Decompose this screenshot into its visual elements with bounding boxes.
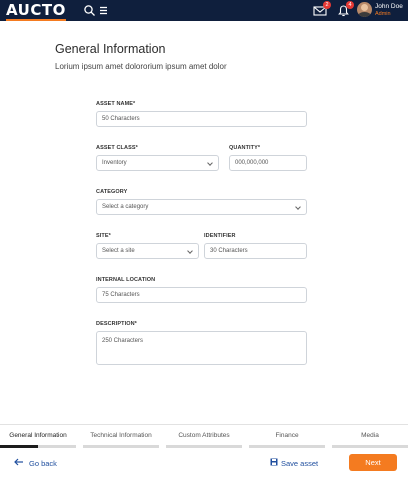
chevron-down-icon — [295, 204, 301, 210]
tab-finance[interactable]: Finance — [249, 425, 325, 449]
category-select[interactable]: Select a category — [96, 199, 307, 215]
internal-location-input[interactable]: 75 Characters — [96, 287, 307, 303]
description-label: DESCRIPTION* — [96, 321, 137, 327]
asset-class-label: ASSET CLASS* — [96, 145, 138, 151]
go-back-button[interactable]: Go back — [14, 458, 57, 468]
site-select[interactable]: Select a site — [96, 243, 199, 259]
asset-name-input[interactable]: 50 Characters — [96, 111, 307, 127]
chevron-down-icon — [207, 160, 213, 166]
avatar-face — [361, 4, 368, 11]
menu-icon[interactable] — [98, 4, 111, 17]
site-value: Select a site — [102, 248, 135, 254]
tab-label: General Information — [9, 432, 67, 439]
asset-class-value: Inventory — [102, 160, 127, 166]
logo-text: AUCTO — [6, 1, 66, 19]
mail-icon[interactable]: 2 — [313, 1, 331, 17]
mail-badge: 2 — [323, 1, 331, 9]
go-back-label: Go back — [29, 459, 57, 468]
next-button[interactable]: Next — [349, 454, 397, 471]
internal-location-label: INTERNAL LOCATION — [96, 277, 156, 283]
user-role: Admin — [375, 11, 391, 17]
quantity-input[interactable]: 000,000,000 — [229, 155, 307, 171]
tab-label: Technical Information — [90, 432, 152, 439]
tab-label: Custom Attributes — [178, 432, 230, 439]
tab-technical-information[interactable]: Technical Information — [83, 425, 159, 449]
save-icon — [270, 458, 279, 468]
search-icon[interactable] — [83, 4, 96, 17]
avatar-body — [358, 12, 371, 17]
user-avatar[interactable] — [357, 2, 372, 17]
bell-icon[interactable]: 4 — [337, 1, 354, 17]
quantity-label: QUANTITY* — [229, 145, 261, 151]
top-navbar: AUCTO 2 4 John Doe Admin — [0, 0, 408, 21]
save-asset-button[interactable]: Save asset — [270, 458, 318, 468]
asset-class-select[interactable]: Inventory — [96, 155, 219, 171]
arrow-left-icon — [14, 458, 24, 468]
tab-general-information[interactable]: General Information — [0, 425, 76, 449]
user-name[interactable]: John Doe — [375, 3, 403, 10]
tab-media[interactable]: Media — [332, 425, 408, 449]
identifier-label: IDENTIFIER — [204, 233, 236, 239]
save-asset-label: Save asset — [281, 459, 319, 468]
form-page: General Information Lorium ipsum amet do… — [0, 21, 408, 424]
category-label: CATEGORY — [96, 189, 128, 195]
page-subtitle: Lorium ipsum amet dolororium ipsum amet … — [55, 62, 227, 71]
site-label: SITE* — [96, 233, 111, 239]
category-value: Select a category — [102, 204, 149, 210]
page-title: General Information — [55, 42, 166, 56]
description-textarea[interactable]: 250 Characters — [96, 331, 307, 365]
aucto-logo[interactable]: AUCTO — [6, 1, 66, 21]
bell-badge: 4 — [346, 1, 354, 9]
footer-actions: Go back Save asset Next — [0, 448, 408, 480]
chevron-down-icon — [187, 248, 193, 254]
tab-label: Media — [361, 432, 379, 439]
identifier-input[interactable]: 30 Characters — [204, 243, 307, 259]
tab-label: Finance — [275, 432, 299, 439]
tab-custom-attributes[interactable]: Custom Attributes — [166, 425, 242, 449]
asset-name-label: ASSET NAME* — [96, 101, 136, 107]
step-tabs: General Information Technical Informatio… — [0, 424, 408, 449]
